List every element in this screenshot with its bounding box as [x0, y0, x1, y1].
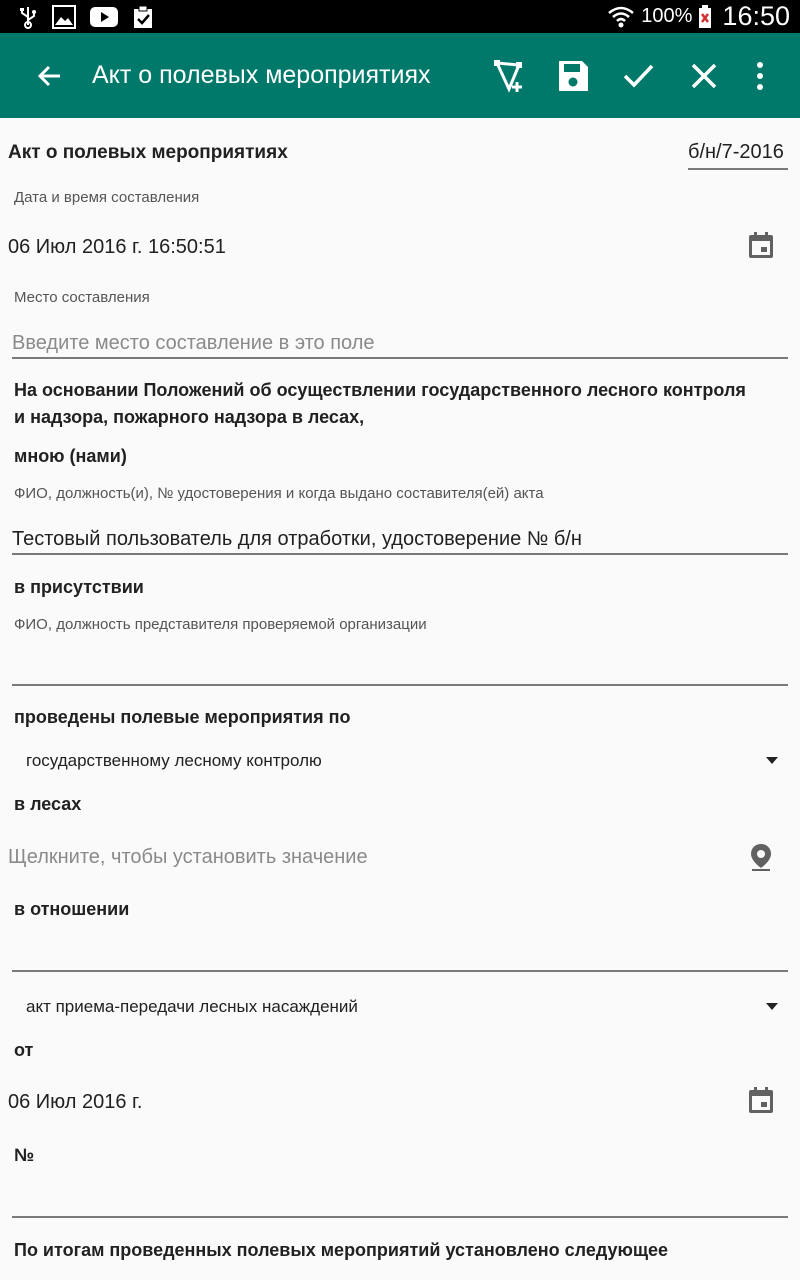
number-input[interactable]	[12, 1190, 788, 1214]
presence-hint: ФИО, должность представителя проверяемой…	[14, 616, 427, 633]
from-label: от	[14, 1040, 34, 1060]
wifi-icon	[608, 6, 635, 27]
save-icon[interactable]	[555, 58, 591, 94]
datetime-label: Дата и время составления	[14, 189, 200, 206]
app-toolbar: Акт о полевых мероприятиях	[0, 33, 800, 118]
author-input[interactable]: Тестовый пользователь для отработки, удо…	[12, 528, 582, 551]
check-icon[interactable]	[620, 58, 656, 94]
calendar-icon[interactable]	[746, 1085, 776, 1115]
by-me-label: мною (нами)	[14, 446, 127, 466]
status-bar: 100% 16:50	[0, 0, 800, 33]
conducted-label: проведены полевые мероприятия по	[14, 707, 351, 727]
overflow-menu-icon[interactable]	[742, 58, 778, 94]
from-date-value[interactable]: 06 Июл 2016 г.	[8, 1091, 142, 1114]
back-arrow-icon[interactable]	[34, 60, 66, 92]
close-icon[interactable]	[686, 58, 722, 94]
control-type-select[interactable]: государственному лесному контролю	[26, 751, 322, 771]
datetime-value[interactable]: 06 Июл 2016 г. 16:50:51	[8, 236, 226, 259]
toolbar-title: Акт о полевых мероприятиях	[92, 61, 431, 89]
basis-text-line2: и надзора, пожарного надзора в лесах,	[14, 407, 365, 427]
results-label: По итогам проведенных полевых мероприяти…	[14, 1240, 669, 1260]
battery-percent: 100%	[641, 5, 693, 27]
form-content: Акт о полевых мероприятиях б/н/7-2016 Да…	[0, 118, 800, 1280]
battery-icon	[699, 4, 712, 28]
number-label: №	[14, 1145, 35, 1165]
author-hint: ФИО, должность(и), № удостоверения и ког…	[14, 485, 544, 502]
regarding-underline	[12, 970, 788, 972]
dropdown-caret-icon[interactable]	[766, 757, 778, 764]
regarding-label: в отношении	[14, 899, 130, 919]
polygon-add-icon[interactable]	[491, 58, 527, 94]
clipboard-check-icon	[134, 5, 152, 28]
form-header-title: Акт о полевых мероприятиях	[8, 142, 288, 163]
doc-number-field[interactable]: б/н/7-2016	[688, 141, 784, 164]
doc-type-select[interactable]: акт приема-передачи лесных насаждений	[26, 997, 358, 1017]
forests-label: в лесах	[14, 794, 82, 814]
calendar-icon[interactable]	[746, 230, 776, 260]
location-pin-icon[interactable]	[746, 842, 776, 872]
status-time: 16:50	[722, 1, 790, 31]
doc-number-underline	[688, 168, 788, 170]
number-underline	[12, 1216, 788, 1218]
usb-icon	[20, 7, 36, 29]
place-label: Место составления	[14, 289, 150, 306]
place-underline	[12, 357, 788, 359]
youtube-icon	[90, 7, 118, 27]
forests-input[interactable]: Щелкните, чтобы установить значение	[8, 846, 368, 869]
author-underline	[12, 553, 788, 555]
regarding-input[interactable]	[12, 944, 788, 968]
place-input[interactable]: Введите место составление в это поле	[12, 332, 375, 355]
presence-underline	[12, 684, 788, 686]
image-icon	[52, 5, 76, 29]
basis-text-line1: На основании Положений об осуществлении …	[14, 380, 746, 400]
presence-input[interactable]	[12, 658, 788, 682]
dropdown-caret-icon[interactable]	[766, 1003, 778, 1010]
presence-label: в присутствии	[14, 577, 144, 597]
